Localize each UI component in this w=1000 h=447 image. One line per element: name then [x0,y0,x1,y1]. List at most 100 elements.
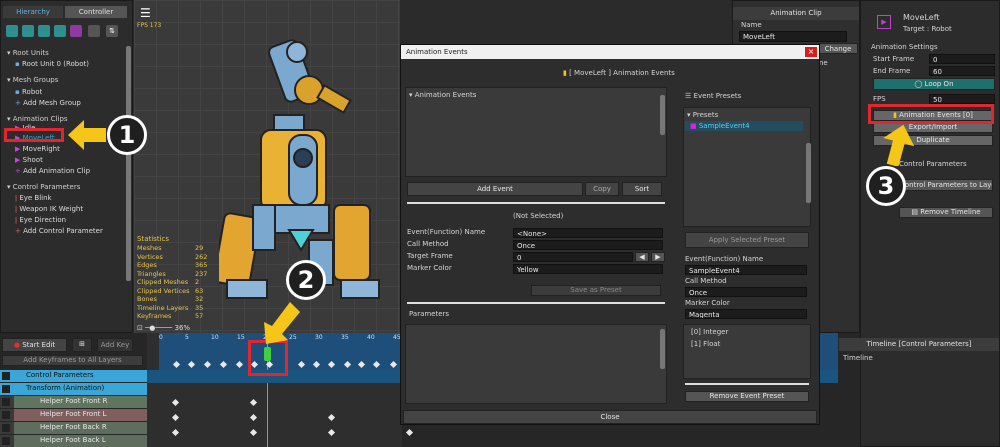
add-key-button[interactable]: Add Key [97,338,133,352]
fps-field[interactable]: 50 [929,94,995,104]
group-root-units[interactable]: ▾ Root Units [7,49,49,57]
item-add-control-parameter[interactable]: + Add Control Parameter [15,227,103,235]
apply-preset-button[interactable]: Apply Selected Preset [685,232,809,248]
toolbar-sort-icon[interactable]: ⇅ [106,25,118,37]
keyframe-marker[interactable] [249,398,258,407]
sort-button[interactable]: Sort [622,182,662,196]
keyframe-marker[interactable] [297,360,306,369]
item-weapon-ik[interactable]: ǀ Weapon IK Weight [15,205,83,213]
layer-toggle-icon[interactable] [2,437,10,445]
hierarchy-scrollbar[interactable] [126,46,131,281]
keyframe-marker[interactable] [171,413,180,422]
start-edit-button[interactable]: ● Start Edit [2,338,67,352]
stat-value: 365 [195,261,208,269]
layer-toggle-icon[interactable] [2,398,10,406]
keyframe-marker[interactable] [172,360,181,369]
dialog-close-icon[interactable]: × [805,47,817,57]
add-event-button[interactable]: Add Event [407,182,583,196]
start-frame-label: Start Frame [873,55,915,63]
preset-field-value[interactable]: Magenta [685,309,807,319]
parameters-list[interactable] [405,324,667,404]
copy-button[interactable]: Copy [585,182,619,196]
preset-field-value[interactable]: SampleEvent4 [685,265,807,275]
keyframe-marker[interactable] [219,360,228,369]
item-eye-direction[interactable]: ǀ Eye Direction [15,216,66,224]
keyframe-marker[interactable] [187,360,196,369]
save-preset-button[interactable]: Save as Preset [531,285,661,296]
keyframe-marker[interactable] [327,413,336,422]
viewport[interactable]: ☰ FPS 173 Statistics Meshes 29 Vertices 262… [134,0,400,333]
cp-to-layers-button[interactable]: Control Parameters to Layers [899,179,993,191]
end-frame-field[interactable]: 60 [929,66,995,76]
item-robot[interactable]: ▪ Robot [15,88,42,96]
layer-toggle-icon[interactable] [2,411,10,419]
parameters-scrollbar[interactable] [660,329,665,369]
preset-field-value[interactable]: Once [685,287,807,297]
group-animation-clips[interactable]: ▾ Animation Clips [7,115,68,123]
stat-label: Keyframes [137,312,172,320]
toolbar-param-icon[interactable] [70,25,82,37]
item-add-mesh-group[interactable]: + Add Mesh Group [15,99,81,107]
frame-next-icon[interactable]: ▶ [651,252,665,262]
clip-name-field[interactable]: MoveLeft [739,31,847,42]
layer-row[interactable]: Helper Foot Front R [0,396,147,408]
item-moveright[interactable]: ▶ MoveRight [15,145,60,153]
keyframe-marker[interactable] [343,360,352,369]
layer-row[interactable]: Helper Foot Front L [0,409,147,421]
group-mesh-groups[interactable]: ▾ Mesh Groups [7,76,58,84]
layer-row[interactable]: Helper Foot Back R [0,422,147,434]
param-item-float[interactable]: [1] Float [691,340,720,348]
layer-toggle-icon[interactable] [2,372,10,380]
fps-label: FPS [873,95,886,103]
keyframe-marker[interactable] [235,360,244,369]
field-value[interactable]: Yellow [513,264,663,274]
arrow-icon [883,124,914,166]
keyframe-marker[interactable] [372,360,381,369]
keyframe-marker[interactable] [312,360,321,369]
tab-controller[interactable]: Controller [65,6,127,18]
keyframe-marker[interactable] [171,428,180,437]
events-list-scrollbar[interactable] [660,95,665,135]
item-add-animation-clip[interactable]: + Add Animation Clip [15,167,90,175]
keyframe-marker[interactable] [327,428,336,437]
loop-toggle[interactable]: ◯ Loop On [873,78,995,90]
presets-scrollbar[interactable] [806,143,811,203]
preset-item[interactable]: ■ SampleEvent4 [690,122,750,130]
field-value[interactable]: Once [513,240,663,250]
toolbar-group-icon[interactable] [22,25,34,37]
layer-row[interactable]: Transform (Animation) [0,383,147,395]
change-button[interactable]: Change [818,43,858,54]
toolbar-bone-icon[interactable] [38,25,50,37]
keyframe-marker[interactable] [327,360,336,369]
timeline-mode-button[interactable]: ⊞ [72,338,92,352]
keyframe-marker[interactable] [357,360,366,369]
events-list[interactable] [405,87,667,177]
remove-preset-button[interactable]: Remove Event Preset [685,391,809,402]
group-control-parameters[interactable]: ▾ Control Parameters [7,183,80,191]
menu-icon[interactable]: ☰ [140,6,151,20]
field-value[interactable]: <None> [513,228,663,238]
remove-timeline-button[interactable]: ▤ Remove Timeline [899,207,993,218]
dialog-close-button[interactable]: Close [403,410,817,424]
frame-prev-icon[interactable]: ◀ [635,252,649,262]
item-shoot[interactable]: ▶ Shoot [15,156,43,164]
tab-hierarchy[interactable]: Hierarchy [3,6,63,18]
keyframe-marker[interactable] [203,360,212,369]
keyframe-marker[interactable] [249,428,258,437]
add-keyframes-all-button[interactable]: Add Keyframes to All Layers [2,355,143,366]
start-frame-field[interactable]: 0 [929,54,995,64]
field-value[interactable]: 0 [513,252,633,262]
keyframe-marker[interactable] [249,413,258,422]
layer-toggle-icon[interactable] [2,424,10,432]
keyframe-marker[interactable] [171,398,180,407]
param-item-integer[interactable]: [0] Integer [691,328,728,336]
layer-row[interactable]: Control Parameters [0,370,147,382]
layer-toggle-icon[interactable] [2,385,10,393]
toolbar-anim-icon[interactable] [54,25,66,37]
keyframe-marker[interactable] [389,360,398,369]
toolbar-lock-icon[interactable] [88,25,100,37]
item-root-unit[interactable]: ▪ Root Unit 0 (Robot) [15,60,89,68]
item-eye-blink[interactable]: ǀ Eye Blink [15,194,52,202]
toolbar-mesh-icon[interactable] [6,25,18,37]
layer-row[interactable]: Helper Foot Back L [0,435,147,447]
